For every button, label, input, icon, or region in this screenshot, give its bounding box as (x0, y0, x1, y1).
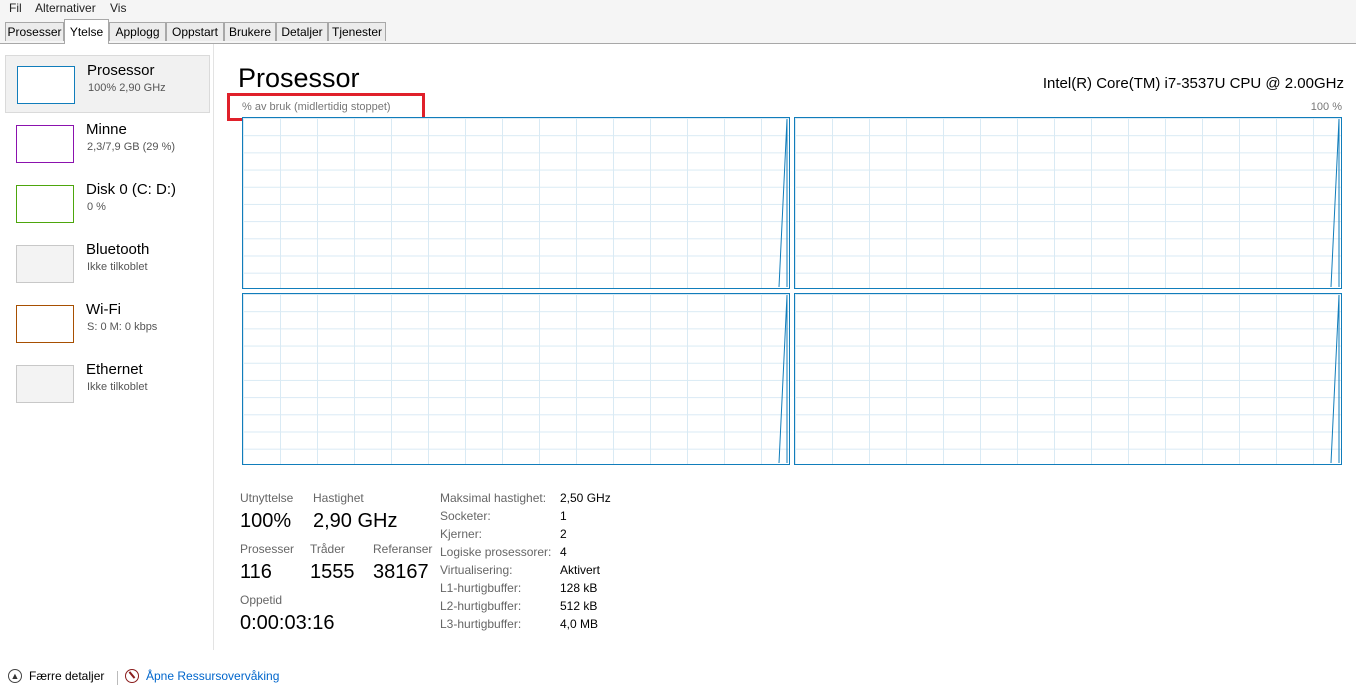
chevron-up-icon: ▲ (8, 669, 22, 683)
threads-value: 1555 (310, 561, 355, 583)
spec-value: Aktivert (560, 563, 601, 577)
spec-label: Logiske prosessorer: (440, 545, 552, 559)
spec-label: Socketer: (440, 509, 491, 523)
spec-value: 128 kB (560, 581, 598, 595)
fewer-details-label: Færre detaljer (29, 669, 105, 683)
cpu-usage-polyline (778, 294, 788, 464)
open-resource-monitor-label: Åpne Ressursovervåking (146, 669, 280, 683)
fewer-details-button[interactable]: ▲ Færre detaljer (8, 669, 104, 683)
sidebar-item-title: Wi-Fi (86, 301, 121, 318)
speed-value: 2,90 GHz (313, 510, 398, 532)
cpu-usage-line (1330, 294, 1340, 464)
open-resource-monitor-link[interactable]: Åpne Ressursovervåking (125, 669, 279, 683)
sidebar-item-title: Minne (86, 121, 127, 138)
processes-label: Prosesser (240, 542, 295, 556)
sidebar-item-subtitle: S: 0 M: 0 kbps (87, 321, 158, 333)
cpu-graph-0 (242, 117, 790, 289)
footer-bar: ▲ Færre detaljer Åpne Ressursovervåking (0, 662, 1356, 694)
sidebar-item-subtitle: Ikke tilkoblet (87, 381, 148, 393)
uptime-label: Oppetid (240, 593, 283, 607)
sidebar-item-ethernet[interactable]: Ethernet Ikke tilkoblet (5, 355, 210, 413)
sidebar-item-subtitle: Ikke tilkoblet (87, 261, 148, 273)
memory-thumbnail (16, 125, 74, 163)
tab-processes[interactable]: Prosesser (5, 22, 64, 41)
tab-services[interactable]: Tjenester (328, 22, 386, 41)
spec-label: Kjerner: (440, 527, 483, 541)
sidebar-item-disk[interactable]: Disk 0 (C: D:) 0 % (5, 175, 210, 233)
bluetooth-thumbnail (16, 245, 74, 283)
tab-users[interactable]: Brukere (224, 22, 276, 41)
spec-value: 2,50 GHz (560, 491, 611, 505)
spec-label: L3-hurtigbuffer: (440, 617, 522, 631)
cpu-graph-1 (794, 117, 1342, 289)
sidebar-item-bluetooth[interactable]: Bluetooth Ikke tilkoblet (5, 235, 210, 293)
processor-thumbnail (17, 66, 75, 104)
sidebar-item-title: Prosessor (87, 62, 155, 79)
menu-bar: Fil Alternativer Vis (0, 0, 1356, 17)
uptime-value: 0:00:03:16 (240, 612, 335, 634)
cpu-usage-line (778, 294, 788, 464)
spec-label: L1-hurtigbuffer: (440, 581, 522, 595)
sidebar-item-title: Disk 0 (C: D:) (86, 181, 176, 198)
spec-label: Maksimal hastighet: (440, 491, 547, 505)
resource-sidebar: Prosessor 100% 2,90 GHz Minne 2,3/7,9 GB… (0, 44, 213, 650)
menu-view[interactable]: Vis (110, 1, 126, 15)
utilization-label: Utnyttelse (240, 491, 294, 505)
footer-separator (117, 671, 118, 685)
threads-label: Tråder (310, 542, 345, 556)
sidebar-item-wifi[interactable]: Wi-Fi S: 0 M: 0 kbps (5, 295, 210, 353)
tab-details[interactable]: Detaljer (276, 22, 328, 41)
sidebar-item-subtitle: 100% 2,90 GHz (88, 82, 166, 94)
cpu-usage-line (1330, 118, 1340, 288)
sidebar-item-processor[interactable]: Prosessor 100% 2,90 GHz (5, 55, 210, 113)
sidebar-divider (213, 44, 214, 650)
spec-label: Virtualisering: (440, 563, 513, 577)
cpu-graph-3 (794, 293, 1342, 465)
spec-value: 1 (560, 509, 567, 523)
wifi-thumbnail (16, 305, 74, 343)
tab-startup[interactable]: Oppstart (166, 22, 224, 41)
disk-thumbnail (16, 185, 74, 223)
cpu-model-name: Intel(R) Core(TM) i7-3537U CPU @ 2.00GHz (1042, 75, 1344, 92)
tab-performance[interactable]: Ytelse (64, 19, 109, 44)
tab-app-history[interactable]: Applogg (109, 22, 166, 41)
cpu-usage-polyline (1330, 118, 1340, 288)
spec-value: 512 kB (560, 599, 598, 613)
cpu-usage-line (778, 118, 788, 288)
spec-value: 4,0 MB (560, 617, 599, 631)
processes-value: 116 (240, 561, 272, 583)
utilization-value: 100% (240, 510, 292, 532)
speed-label: Hastighet (313, 491, 364, 505)
ethernet-thumbnail (16, 365, 74, 403)
menu-options[interactable]: Alternativer (35, 1, 96, 15)
sidebar-item-title: Ethernet (86, 361, 143, 378)
cpu-usage-polyline (778, 118, 788, 288)
page-title: Prosessor (238, 63, 360, 93)
spec-value: 4 (560, 545, 567, 559)
sidebar-item-subtitle: 2,3/7,9 GB (29 %) (87, 141, 176, 153)
tab-strip: Prosesser Ytelse Applogg Oppstart Bruker… (0, 17, 1356, 44)
spec-value: 2 (560, 527, 567, 541)
sidebar-item-memory[interactable]: Minne 2,3/7,9 GB (29 %) (5, 115, 210, 173)
spec-label: L2-hurtigbuffer: (440, 599, 522, 613)
handles-label: Referanser (373, 542, 433, 556)
sidebar-item-title: Bluetooth (86, 241, 150, 258)
handles-value: 38167 (373, 561, 429, 583)
sidebar-item-subtitle: 0 % (87, 201, 106, 213)
resource-monitor-icon (125, 669, 139, 683)
cpu-usage-polyline (1330, 294, 1340, 464)
cpu-graph-2 (242, 293, 790, 465)
max-percent-label: 100 % (1310, 101, 1342, 113)
menu-file[interactable]: Fil (9, 1, 22, 15)
